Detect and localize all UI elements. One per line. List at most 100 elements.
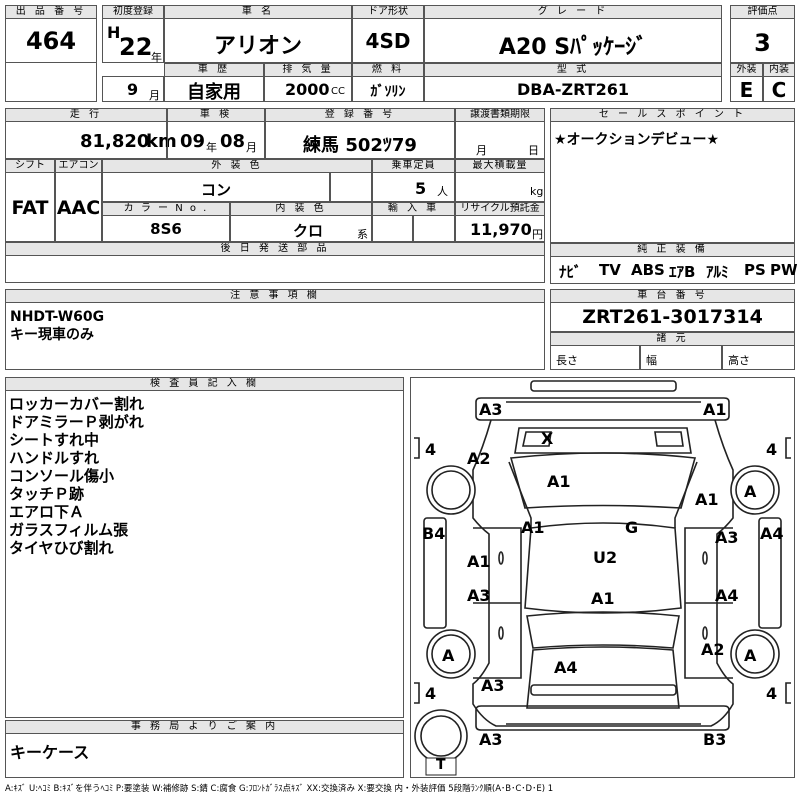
equip-abs: ABS [631,261,665,279]
first-reg-year: 22 [119,33,153,61]
door-header: ドア形状 [352,5,424,19]
sales-point-header: セ ー ル ス ポ イ ン ト [550,108,795,122]
aircon-box: AAC [55,172,102,242]
history-header: 車 歴 [164,63,264,77]
import-box-b [413,215,455,242]
ext-color-extra [330,172,372,202]
equip-airbag: ｴｱB [669,263,696,281]
code-fender-left: A2 [467,449,491,468]
fuel-header: 燃 料 [352,63,424,77]
tire-depth-rr: 4 [766,684,778,703]
inspector-line: タッチＰ跡 [9,485,85,503]
sales-point-box: ★オークションデビュー★ [550,121,795,243]
notes-header: 注 意 事 項 欄 [5,289,545,303]
door-box: 4SD [352,18,424,63]
code-fender-right: A1 [695,490,719,509]
int-color-header: 内 装 色 [230,202,372,216]
inspection-box: 09 年 08 月 [167,121,265,159]
equip-navi: ﾅﾋﾞ [559,263,582,281]
code-center: A1 [591,589,615,608]
lot-no-box: 464 [5,18,97,63]
spare-tire-mark: T [436,757,446,773]
recycle: 11,970 [470,220,532,239]
equip-alloy: ｱﾙﾐ [706,263,729,281]
interior-score: C [771,78,787,102]
max-load-unit: kg [530,185,544,198]
inspector-line: タイヤひび割れ [9,539,114,557]
displacement-unit: CC [331,86,345,97]
spec-length-label: 長さ [556,354,578,367]
inspection-year-unit: 年 [206,141,217,154]
car-body-outline [414,380,791,776]
tire-depth-fr: 4 [766,440,778,459]
inspection-year: 09 [180,131,206,152]
inspector-header: 検 査 員 記 入 欄 [5,377,404,391]
spec-height-label: 高さ [728,354,750,367]
interior-box: C [763,76,795,102]
lot-no-extra [5,62,97,102]
int-color-unit: 系 [357,228,368,241]
transfer-month-unit: 月 [476,144,487,157]
equipment-header: 純 正 装 備 [550,243,795,257]
model-header: 型 式 [424,63,722,77]
code-door-fr: A3 [715,528,739,547]
inspection-month: 08 [220,131,246,152]
shift: FAT [11,197,49,219]
code-door-fl: A1 [467,552,491,571]
spec-length-box: 長さ [550,345,640,370]
code-trunk: A4 [554,658,578,677]
chassis-header: 車 台 番 号 [550,289,795,303]
grade-header: グ レ ー ド [424,5,722,19]
inspector-line: ドアミラーＰ剥がれ [9,413,144,431]
registration-header: 登 録 番 号 [265,108,455,122]
car-name-box: アリオン [164,18,352,63]
spec-width-box: 幅 [640,345,722,370]
inspector-line: エアロ下Ａ [9,503,85,521]
code-tire-rear-left: A [442,646,455,665]
inspector-line: コンソール傷小 [9,467,115,485]
model: DBA-ZRT261 [516,80,629,99]
color-no-header: カ ラ ー N o . [102,202,230,216]
office-note: キーケース [10,743,90,762]
aircon-header: エアコン [55,159,102,173]
mileage: 81,820 [80,131,150,152]
first-reg-header: 初度登録 [102,5,164,19]
history: 自家用 [187,82,241,103]
shift-box: FAT [5,172,55,242]
ext-color-box: コン [102,172,330,202]
inspection-header: 車 検 [167,108,265,122]
code-tire-rear-right: A [744,646,757,665]
recycle-box: 11,970 円 [455,215,545,242]
first-reg-month: 9 [127,80,139,99]
exterior-score: E [739,78,754,102]
office-header: 事 務 局 よ り ご 案 内 [5,720,404,734]
first-reg-month-box: 9 月 [102,76,164,102]
lot-no: 464 [25,27,77,55]
lot-no-header: 出 品 番 号 [5,5,97,19]
legend: A:ｷｽﾞ U:ﾍｺﾐ B:ｷｽﾞを伴うﾍｺﾐ P:要塗装 W:補修跡 S:錆 … [5,784,554,794]
tire-depth-rl: 4 [425,684,437,703]
auction-sheet: { "headers": { "lot_no": "出 品 番 号", "fir… [0,0,800,800]
sales-point: ★オークションデビュー★ [554,132,720,148]
car-name: アリオン [213,34,302,59]
car-name-header: 車 名 [164,5,352,19]
notes-line-1: NHDT-W60G [10,309,105,325]
specs-header: 諸 元 [550,332,795,346]
aircon: AAC [56,197,101,219]
spec-height-box: 高さ [722,345,795,370]
code-g-mark: G [625,518,639,537]
code-quarter-right: A2 [701,640,725,659]
equipment-box: ﾅﾋﾞ TV ABS ｴｱB ｱﾙﾐ PS PW [550,256,798,284]
displacement: 2000 [285,80,330,99]
chassis-box: ZRT261-3017314 [550,302,795,332]
import-header: 輸 入 車 [372,202,455,216]
import-box-a [372,215,413,242]
mileage-box: 81,820 km [5,121,177,159]
inspector-line: ロッカーカバー割れ [9,395,145,413]
code-x-mark: X [541,429,554,448]
transfer-day-unit: 日 [528,144,539,157]
spec-width-label: 幅 [646,354,657,367]
first-reg-year-unit: 年 [151,51,162,64]
inspector-list: ロッカーカバー割れ ドアミラーＰ剥がれ シートすれ中 ハンドルすれ コンソール傷… [9,395,144,557]
int-color-box: クロ 系 [230,215,372,242]
